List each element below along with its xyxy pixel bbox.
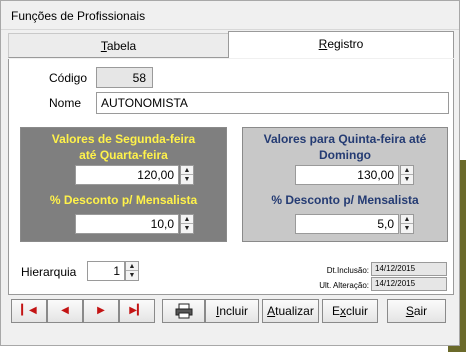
excluir-label: cluir	[346, 304, 369, 318]
weekend-title-line2: Domingo	[319, 148, 371, 162]
weekend-discount-arrows[interactable]: ▲ ▼	[400, 214, 414, 234]
weekend-values-box: Valores para Quinta-feira até Domingo 13…	[242, 127, 448, 242]
tab-tabela[interactable]: Tabela	[8, 33, 229, 58]
hierarquia-input[interactable]: 1	[87, 261, 125, 281]
excluir-prefix: E	[331, 304, 340, 318]
spin-down-icon[interactable]: ▼	[126, 271, 138, 280]
nome-label: Nome	[49, 96, 82, 110]
weekday-discount-stepper[interactable]: 10,0 ▲ ▼	[75, 214, 194, 234]
weekend-value-arrows[interactable]: ▲ ▼	[400, 165, 414, 185]
first-record-button[interactable]: ▎◀	[11, 299, 47, 323]
weekday-values-box: Valores de Segunda-feira até Quarta-feir…	[20, 127, 227, 242]
spin-up-icon[interactable]: ▲	[181, 215, 193, 224]
spin-down-icon[interactable]: ▼	[401, 175, 413, 184]
previous-record-icon: ◀	[61, 305, 69, 316]
window-title: Funções de Profissionais	[11, 9, 146, 23]
incluir-button[interactable]: Incluir	[205, 299, 259, 323]
spin-up-icon[interactable]: ▲	[126, 262, 138, 271]
spin-up-icon[interactable]: ▲	[401, 166, 413, 175]
print-button[interactable]	[162, 299, 205, 323]
printer-icon	[175, 303, 192, 319]
codigo-field: 58	[96, 67, 153, 88]
sair-accel: S	[405, 304, 414, 318]
atualizar-label: tualizar	[275, 304, 314, 318]
tab-tabela-label: abela	[106, 39, 137, 53]
weekday-value-arrows[interactable]: ▲ ▼	[180, 165, 194, 185]
next-record-button[interactable]: ▶	[83, 299, 119, 323]
tab-strip: Tabela Registro	[8, 31, 454, 59]
inclusao-date: 14/12/2015	[371, 262, 447, 276]
codigo-label: Código	[49, 71, 88, 85]
weekday-discount-arrows[interactable]: ▲ ▼	[180, 214, 194, 234]
title-bar: Funções de Profissionais	[1, 1, 459, 30]
incluir-label: ncluir	[219, 304, 249, 318]
weekend-value-stepper[interactable]: 130,00 ▲ ▼	[295, 165, 414, 185]
next-record-icon: ▶	[97, 305, 105, 316]
sair-button[interactable]: Sair	[387, 299, 446, 323]
sair-label: air	[413, 304, 428, 318]
spin-up-icon[interactable]: ▲	[401, 215, 413, 224]
dialog-window: Funções de Profissionais Tabela Registro…	[0, 0, 460, 346]
registro-panel: Código 58 Nome AUTONOMISTA Valores de Se…	[8, 59, 454, 295]
excluir-button[interactable]: Excluir	[322, 299, 378, 323]
weekend-title-line1: Valores para Quinta-feira até	[263, 132, 427, 146]
weekday-discount-label: % Desconto p/ Mensalista	[49, 193, 198, 207]
hierarquia-arrows[interactable]: ▲ ▼	[125, 261, 139, 281]
alteracao-label: Ult. Alteração:	[319, 281, 369, 290]
weekday-value-input[interactable]: 120,00	[75, 165, 179, 185]
weekend-discount-label: % Desconto p/ Mensalista	[271, 193, 419, 207]
last-record-icon: ▶▎	[129, 305, 145, 316]
weekday-title-line1: Valores de Segunda-feira	[51, 132, 196, 146]
inclusao-label: Dt.Inclusão:	[326, 266, 369, 275]
atualizar-accel: A	[267, 304, 276, 318]
weekend-discount-stepper[interactable]: 5,0 ▲ ▼	[295, 214, 414, 234]
weekday-discount-input[interactable]: 10,0	[75, 214, 179, 234]
weekday-value-stepper[interactable]: 120,00 ▲ ▼	[75, 165, 194, 185]
alteracao-date: 14/12/2015	[371, 277, 447, 291]
tab-registro-accel: R	[318, 37, 328, 51]
spin-down-icon[interactable]: ▼	[401, 224, 413, 233]
atualizar-button[interactable]: Atualizar	[262, 299, 319, 323]
spin-down-icon[interactable]: ▼	[181, 224, 193, 233]
hierarquia-stepper[interactable]: 1 ▲ ▼	[87, 261, 139, 281]
weekend-discount-input[interactable]: 5,0	[295, 214, 399, 234]
first-record-icon: ▎◀	[21, 305, 37, 316]
spin-up-icon[interactable]: ▲	[181, 166, 193, 175]
weekday-title-line2: até Quarta-feira	[79, 148, 168, 162]
record-toolbar: ▎◀ ◀ ▶ ▶▎ Incluir Atualizar Excluir Sair	[8, 297, 454, 327]
last-record-button[interactable]: ▶▎	[119, 299, 155, 323]
previous-record-button[interactable]: ◀	[47, 299, 83, 323]
weekend-value-input[interactable]: 130,00	[295, 165, 399, 185]
tab-registro-label: egistro	[327, 37, 364, 51]
nome-input[interactable]: AUTONOMISTA	[96, 92, 449, 114]
hierarquia-label: Hierarquia	[21, 265, 77, 279]
tab-registro[interactable]: Registro	[228, 31, 454, 58]
spin-down-icon[interactable]: ▼	[181, 175, 193, 184]
